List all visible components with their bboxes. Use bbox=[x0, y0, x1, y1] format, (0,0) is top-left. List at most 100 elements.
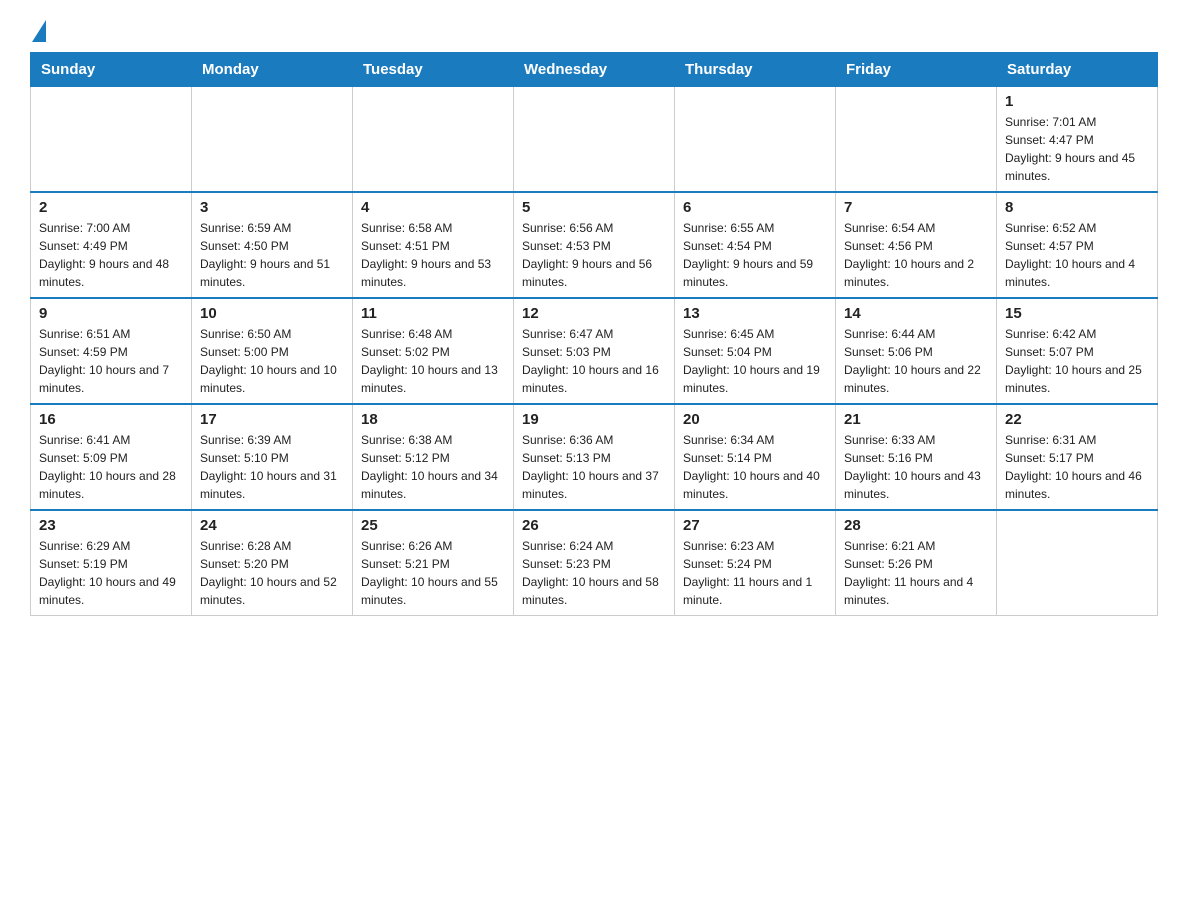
day-number: 2 bbox=[39, 199, 183, 216]
day-info: Sunrise: 6:24 AMSunset: 5:23 PMDaylight:… bbox=[522, 537, 666, 609]
day-info: Sunrise: 6:31 AMSunset: 5:17 PMDaylight:… bbox=[1005, 431, 1149, 503]
day-info: Sunrise: 6:28 AMSunset: 5:20 PMDaylight:… bbox=[200, 537, 344, 609]
day-info: Sunrise: 6:33 AMSunset: 5:16 PMDaylight:… bbox=[844, 431, 988, 503]
day-info: Sunrise: 6:51 AMSunset: 4:59 PMDaylight:… bbox=[39, 325, 183, 397]
day-number: 7 bbox=[844, 199, 988, 216]
day-number: 23 bbox=[39, 517, 183, 534]
day-info: Sunrise: 6:23 AMSunset: 5:24 PMDaylight:… bbox=[683, 537, 827, 609]
day-number: 11 bbox=[361, 305, 505, 322]
weekday-header-row: SundayMondayTuesdayWednesdayThursdayFrid… bbox=[31, 53, 1158, 87]
calendar-cell: 6 Sunrise: 6:55 AMSunset: 4:54 PMDaylight… bbox=[675, 192, 836, 298]
day-info: Sunrise: 6:36 AMSunset: 5:13 PMDaylight:… bbox=[522, 431, 666, 503]
day-number: 13 bbox=[683, 305, 827, 322]
day-info: Sunrise: 6:38 AMSunset: 5:12 PMDaylight:… bbox=[361, 431, 505, 503]
weekday-header-monday: Monday bbox=[192, 53, 353, 87]
calendar-cell: 16 Sunrise: 6:41 AMSunset: 5:09 PMDayligh… bbox=[31, 404, 192, 510]
day-info: Sunrise: 6:48 AMSunset: 5:02 PMDaylight:… bbox=[361, 325, 505, 397]
day-number: 5 bbox=[522, 199, 666, 216]
week-row-3: 9 Sunrise: 6:51 AMSunset: 4:59 PMDaylight… bbox=[31, 298, 1158, 404]
calendar-cell bbox=[353, 87, 514, 193]
calendar-cell: 8 Sunrise: 6:52 AMSunset: 4:57 PMDaylight… bbox=[997, 192, 1158, 298]
day-number: 27 bbox=[683, 517, 827, 534]
calendar-cell: 18 Sunrise: 6:38 AMSunset: 5:12 PMDayligh… bbox=[353, 404, 514, 510]
calendar-cell: 25 Sunrise: 6:26 AMSunset: 5:21 PMDayligh… bbox=[353, 510, 514, 616]
calendar-cell: 22 Sunrise: 6:31 AMSunset: 5:17 PMDayligh… bbox=[997, 404, 1158, 510]
calendar-cell: 27 Sunrise: 6:23 AMSunset: 5:24 PMDayligh… bbox=[675, 510, 836, 616]
calendar-cell: 1 Sunrise: 7:01 AMSunset: 4:47 PMDaylight… bbox=[997, 87, 1158, 193]
day-info: Sunrise: 6:34 AMSunset: 5:14 PMDaylight:… bbox=[683, 431, 827, 503]
day-number: 16 bbox=[39, 411, 183, 428]
calendar-cell: 21 Sunrise: 6:33 AMSunset: 5:16 PMDayligh… bbox=[836, 404, 997, 510]
day-number: 24 bbox=[200, 517, 344, 534]
day-number: 12 bbox=[522, 305, 666, 322]
calendar-cell: 7 Sunrise: 6:54 AMSunset: 4:56 PMDaylight… bbox=[836, 192, 997, 298]
day-number: 17 bbox=[200, 411, 344, 428]
calendar-cell bbox=[997, 510, 1158, 616]
weekday-header-friday: Friday bbox=[836, 53, 997, 87]
day-number: 9 bbox=[39, 305, 183, 322]
calendar-cell bbox=[836, 87, 997, 193]
weekday-header-sunday: Sunday bbox=[31, 53, 192, 87]
weekday-header-tuesday: Tuesday bbox=[353, 53, 514, 87]
day-number: 21 bbox=[844, 411, 988, 428]
calendar-cell: 19 Sunrise: 6:36 AMSunset: 5:13 PMDayligh… bbox=[514, 404, 675, 510]
day-number: 19 bbox=[522, 411, 666, 428]
day-info: Sunrise: 6:41 AMSunset: 5:09 PMDaylight:… bbox=[39, 431, 183, 503]
calendar-cell: 2 Sunrise: 7:00 AMSunset: 4:49 PMDaylight… bbox=[31, 192, 192, 298]
page-header bbox=[30, 20, 1158, 42]
day-number: 22 bbox=[1005, 411, 1149, 428]
day-info: Sunrise: 6:52 AMSunset: 4:57 PMDaylight:… bbox=[1005, 219, 1149, 291]
calendar-cell: 24 Sunrise: 6:28 AMSunset: 5:20 PMDayligh… bbox=[192, 510, 353, 616]
week-row-2: 2 Sunrise: 7:00 AMSunset: 4:49 PMDaylight… bbox=[31, 192, 1158, 298]
day-info: Sunrise: 6:55 AMSunset: 4:54 PMDaylight:… bbox=[683, 219, 827, 291]
day-number: 8 bbox=[1005, 199, 1149, 216]
day-info: Sunrise: 6:21 AMSunset: 5:26 PMDaylight:… bbox=[844, 537, 988, 609]
day-info: Sunrise: 6:59 AMSunset: 4:50 PMDaylight:… bbox=[200, 219, 344, 291]
calendar-cell: 13 Sunrise: 6:45 AMSunset: 5:04 PMDayligh… bbox=[675, 298, 836, 404]
day-number: 28 bbox=[844, 517, 988, 534]
day-info: Sunrise: 6:50 AMSunset: 5:00 PMDaylight:… bbox=[200, 325, 344, 397]
calendar-cell: 28 Sunrise: 6:21 AMSunset: 5:26 PMDayligh… bbox=[836, 510, 997, 616]
day-info: Sunrise: 6:44 AMSunset: 5:06 PMDaylight:… bbox=[844, 325, 988, 397]
week-row-1: 1 Sunrise: 7:01 AMSunset: 4:47 PMDaylight… bbox=[31, 87, 1158, 193]
day-info: Sunrise: 6:29 AMSunset: 5:19 PMDaylight:… bbox=[39, 537, 183, 609]
calendar-cell: 15Sunrise: 6:42 AMSunset: 5:07 PMDayligh… bbox=[997, 298, 1158, 404]
calendar-cell: 12 Sunrise: 6:47 AMSunset: 5:03 PMDayligh… bbox=[514, 298, 675, 404]
day-number: 18 bbox=[361, 411, 505, 428]
calendar-cell bbox=[675, 87, 836, 193]
week-row-5: 23 Sunrise: 6:29 AMSunset: 5:19 PMDayligh… bbox=[31, 510, 1158, 616]
day-number: 6 bbox=[683, 199, 827, 216]
day-number: 20 bbox=[683, 411, 827, 428]
day-number: 4 bbox=[361, 199, 505, 216]
calendar-cell: 26 Sunrise: 6:24 AMSunset: 5:23 PMDayligh… bbox=[514, 510, 675, 616]
calendar-cell bbox=[31, 87, 192, 193]
calendar-cell: 11 Sunrise: 6:48 AMSunset: 5:02 PMDayligh… bbox=[353, 298, 514, 404]
day-info: Sunrise: 6:56 AMSunset: 4:53 PMDaylight:… bbox=[522, 219, 666, 291]
day-info: Sunrise: 6:47 AMSunset: 5:03 PMDaylight:… bbox=[522, 325, 666, 397]
day-info: Sunrise: 7:00 AMSunset: 4:49 PMDaylight:… bbox=[39, 219, 183, 291]
calendar-cell: 4 Sunrise: 6:58 AMSunset: 4:51 PMDaylight… bbox=[353, 192, 514, 298]
day-info: Sunrise: 6:45 AMSunset: 5:04 PMDaylight:… bbox=[683, 325, 827, 397]
calendar-cell: 9 Sunrise: 6:51 AMSunset: 4:59 PMDaylight… bbox=[31, 298, 192, 404]
calendar-cell: 23 Sunrise: 6:29 AMSunset: 5:19 PMDayligh… bbox=[31, 510, 192, 616]
calendar-cell: 3Sunrise: 6:59 AMSunset: 4:50 PMDaylight… bbox=[192, 192, 353, 298]
calendar-table: SundayMondayTuesdayWednesdayThursdayFrid… bbox=[30, 52, 1158, 616]
calendar-cell: 10 Sunrise: 6:50 AMSunset: 5:00 PMDayligh… bbox=[192, 298, 353, 404]
weekday-header-saturday: Saturday bbox=[997, 53, 1158, 87]
weekday-header-thursday: Thursday bbox=[675, 53, 836, 87]
day-info: Sunrise: 6:39 AMSunset: 5:10 PMDaylight:… bbox=[200, 431, 344, 503]
day-info: Sunrise: 6:58 AMSunset: 4:51 PMDaylight:… bbox=[361, 219, 505, 291]
day-number: 10 bbox=[200, 305, 344, 322]
day-number: 25 bbox=[361, 517, 505, 534]
day-info: Sunrise: 6:26 AMSunset: 5:21 PMDaylight:… bbox=[361, 537, 505, 609]
day-number: 1 bbox=[1005, 93, 1149, 110]
weekday-header-wednesday: Wednesday bbox=[514, 53, 675, 87]
day-number: 14 bbox=[844, 305, 988, 322]
calendar-cell: 14 Sunrise: 6:44 AMSunset: 5:06 PMDayligh… bbox=[836, 298, 997, 404]
logo bbox=[30, 20, 46, 42]
day-number: 26 bbox=[522, 517, 666, 534]
day-info: Sunrise: 6:54 AMSunset: 4:56 PMDaylight:… bbox=[844, 219, 988, 291]
calendar-cell bbox=[514, 87, 675, 193]
day-info: Sunrise: 7:01 AMSunset: 4:47 PMDaylight:… bbox=[1005, 113, 1149, 185]
day-number: 15 bbox=[1005, 305, 1149, 322]
